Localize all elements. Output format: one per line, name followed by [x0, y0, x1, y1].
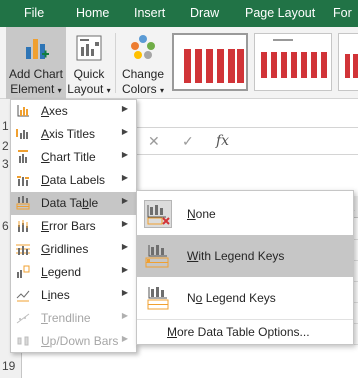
ribbon: Add Chart Element ▾ Quick Layout ▾ Chang… [0, 27, 358, 99]
gridlines-icon [16, 244, 30, 255]
menu-item-data-table[interactable]: Data Table ▶ [11, 192, 136, 215]
row-number[interactable]: 19 [2, 359, 15, 373]
menu-item-chart-title[interactable]: Chart Title ▶ [11, 146, 136, 169]
row-number[interactable]: 6 [2, 219, 9, 233]
add-chart-element-label-2: Element [10, 82, 55, 96]
menu-item-axes[interactable]: Axes ▶ [11, 100, 136, 123]
quick-layout-button[interactable]: Quick Layout ▾ [66, 27, 112, 99]
data-table-icon [16, 196, 30, 210]
menu-item-legend[interactable]: Legend ▶ [11, 261, 136, 284]
submenu-arrow-icon: ▶ [121, 104, 128, 113]
change-colors-label-2: Colors [121, 82, 157, 96]
quick-layout-icon [76, 35, 102, 61]
submenu-item-with-legend-keys[interactable]: With Legend Keys [137, 235, 353, 277]
tab-home[interactable]: Home [76, 6, 109, 20]
submenu-item-no-legend-keys[interactable]: No Legend Keys [137, 277, 353, 319]
submenu-arrow-icon: ▶ [121, 196, 128, 205]
ribbon-divider [115, 33, 116, 93]
submenu-arrow-icon: ▶ [121, 265, 128, 274]
data-table-no-legend-keys-icon [144, 284, 172, 312]
add-chart-element-menu: Axes ▶ Axis Titles ▶ Chart Title ▶ Data … [10, 99, 137, 353]
change-colors-icon [131, 35, 155, 59]
tab-page-layout[interactable]: Page Layout [245, 6, 315, 20]
formula-bar: ✕ ✓ fx [136, 127, 358, 155]
no-data-table-icon [144, 200, 172, 228]
menu-item-up-down-bars: Up/Down Bars ▶ [11, 330, 136, 353]
up-down-bars-icon [17, 336, 29, 346]
change-colors-label-1: Change [121, 67, 165, 81]
add-chart-element-label-1: Add Chart [8, 67, 64, 81]
enter-icon[interactable]: ✓ [182, 133, 194, 150]
menu-item-axis-titles[interactable]: Axis Titles ▶ [11, 123, 136, 146]
dropdown-caret-icon: ▾ [160, 86, 165, 95]
row-number[interactable]: 2 [2, 139, 9, 153]
menu-item-data-labels[interactable]: Data Labels ▶ [11, 169, 136, 192]
legend-icon [17, 265, 30, 278]
menu-item-error-bars[interactable]: Error Bars ▶ [11, 215, 136, 238]
add-chart-element-icon [26, 39, 49, 59]
dropdown-caret-icon: ▾ [106, 86, 111, 95]
menu-item-gridlines[interactable]: Gridlines ▶ [11, 238, 136, 261]
submenu-arrow-icon: ▶ [121, 127, 128, 136]
submenu-arrow-icon: ▶ [121, 311, 128, 320]
tab-insert[interactable]: Insert [134, 6, 165, 20]
chart-style-thumbnail-2[interactable] [254, 33, 332, 91]
quick-layout-label-2: Layout [67, 82, 104, 96]
cancel-icon[interactable]: ✕ [148, 133, 160, 150]
chart-style-thumbnail-3[interactable] [338, 33, 358, 91]
menu-item-trendline: Trendline ▶ [11, 307, 136, 330]
tab-file[interactable]: File [24, 6, 44, 20]
more-data-table-options[interactable]: More Data Table Options... [137, 319, 353, 343]
change-colors-button[interactable]: Change Colors ▾ [118, 27, 168, 99]
chart-title-icon [18, 150, 28, 163]
tab-formulas[interactable]: For [333, 6, 352, 20]
ribbon-tab-bar: File Home Insert Draw Page Layout For [0, 0, 358, 27]
submenu-arrow-icon: ▶ [121, 219, 128, 228]
dropdown-caret-icon: ▾ [57, 86, 62, 95]
insert-function-icon[interactable]: fx [216, 133, 229, 149]
row-number[interactable]: 3 [2, 157, 9, 171]
menu-item-lines[interactable]: Lines ▶ [11, 284, 136, 307]
submenu-item-none[interactable]: None [137, 193, 353, 235]
lines-icon [16, 290, 30, 302]
submenu-arrow-icon: ▶ [121, 150, 128, 159]
chart-style-thumbnail-1[interactable] [172, 33, 248, 91]
add-chart-element-button[interactable]: Add Chart Element ▾ [6, 27, 66, 99]
data-table-legend-keys-icon [144, 242, 172, 270]
submenu-arrow-icon: ▶ [121, 288, 128, 297]
tab-draw[interactable]: Draw [190, 6, 219, 20]
quick-layout-label-1: Quick [73, 67, 105, 81]
trendline-icon [16, 313, 30, 324]
submenu-arrow-icon: ▶ [121, 242, 128, 251]
axes-icon [17, 105, 29, 117]
submenu-arrow-icon: ▶ [121, 173, 128, 182]
error-bars-icon [18, 220, 28, 232]
row-number[interactable]: 1 [2, 119, 9, 133]
submenu-arrow-icon: ▶ [121, 334, 128, 343]
data-labels-icon [17, 176, 29, 186]
data-table-submenu: None With Legend Keys No Legend Keys Mor… [136, 190, 354, 345]
axis-titles-icon [16, 129, 28, 139]
